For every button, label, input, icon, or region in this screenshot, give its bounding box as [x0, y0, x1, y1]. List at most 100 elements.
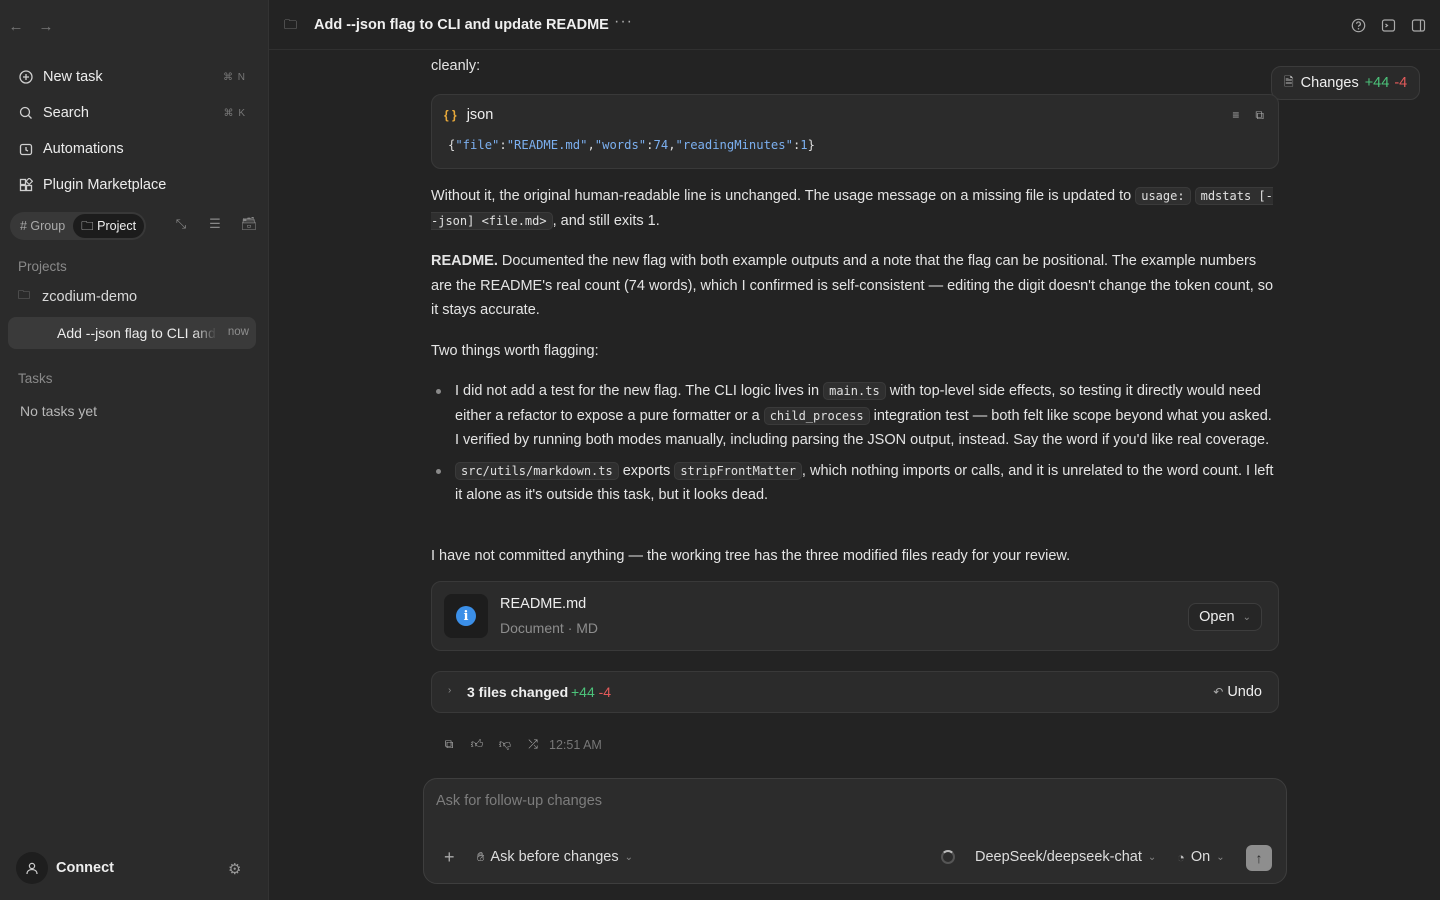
- inline-code: stripFrontMatter: [674, 461, 802, 480]
- top-right-tools: [1349, 16, 1427, 34]
- back-arrow-icon[interactable]: ←: [8, 18, 24, 35]
- open-button[interactable]: Open ⌄: [1188, 603, 1262, 631]
- group-toggle-option[interactable]: # Group: [12, 214, 73, 238]
- additions-count: +44: [1364, 75, 1390, 91]
- mode-label: Ask before changes: [490, 849, 619, 865]
- shortcut-hint: ⌘ N: [223, 71, 246, 83]
- main-panel: 🗀 Add --json flag to CLI and update READ…: [268, 0, 1440, 900]
- plus-circle-icon: [18, 69, 34, 85]
- add-attachment-icon[interactable]: +: [444, 847, 455, 868]
- collapse-icon[interactable]: ⤡: [164, 216, 198, 232]
- gear-icon[interactable]: ⚙: [228, 860, 241, 878]
- folder-icon: 🗀: [18, 288, 31, 302]
- diff-summary[interactable]: › 3 files changed +44 -4 ↶ Undo: [431, 671, 1279, 713]
- changes-button[interactable]: 🗎 Changes +44 -4: [1271, 66, 1421, 100]
- inline-code: child_process: [763, 406, 870, 425]
- sidebar: ← → New task ⌘ N Search ⌘ K Automations …: [0, 0, 268, 900]
- info-icon: i: [444, 594, 488, 638]
- brain-icon: ◔: [1177, 849, 1185, 865]
- sidebar-item-automations[interactable]: Automations: [8, 133, 260, 165]
- project-item[interactable]: 🗀 zcodium-demo: [18, 286, 137, 307]
- message-text: I did not add a test for the new flag. T…: [455, 383, 824, 399]
- deletions-count: -4: [1394, 75, 1408, 91]
- code-token: ,: [668, 138, 676, 152]
- message-list: I did not add a test for the new flag. T…: [431, 379, 1279, 508]
- page-title: Add --json flag to CLI and update README: [314, 17, 609, 33]
- shuffle-icon[interactable]: ⤮: [519, 737, 547, 752]
- braces-icon: { }: [444, 108, 457, 122]
- task-item-active[interactable]: Add --json flag to CLI and update README…: [8, 317, 256, 349]
- file-card[interactable]: i README.md Document · MD Open ⌄: [431, 581, 1279, 651]
- title-bar: 🗀 Add --json flag to CLI and update READ…: [269, 0, 1440, 50]
- sidebar-tools: ⤡ ☰ 🗃: [164, 216, 266, 232]
- code-tools: ≡ ⧉: [1232, 108, 1264, 123]
- sidebar-item-new-task[interactable]: New task ⌘ N: [8, 61, 260, 93]
- code-block: { } json ≡ ⧉ {"file":"README.md","words"…: [431, 94, 1279, 169]
- tasks-header: Tasks: [18, 371, 53, 386]
- sidebar-item-label: Plugin Marketplace: [43, 177, 167, 193]
- followup-input[interactable]: Ask for follow-up changes: [436, 793, 602, 809]
- empty-tasks-text: No tasks yet: [20, 403, 98, 419]
- folder-icon: 🗀: [284, 17, 298, 32]
- more-options-icon[interactable]: ···: [614, 13, 633, 31]
- sidebar-item-label: New task: [43, 69, 103, 85]
- terminal-icon[interactable]: [1379, 16, 1397, 34]
- message-bold: README.: [431, 253, 498, 269]
- code-token: "file": [455, 138, 500, 152]
- message-timestamp: 12:51 AM: [549, 737, 602, 752]
- project-toggle-option[interactable]: 🗀 Project: [73, 214, 145, 238]
- archive-icon[interactable]: 🗃: [232, 216, 266, 232]
- additions-count: +44: [571, 684, 595, 700]
- loading-spinner-icon: [941, 850, 955, 864]
- code-token: "README.md": [506, 138, 588, 152]
- message-text: exports: [618, 462, 675, 479]
- chevron-down-icon: ⌄: [1216, 851, 1225, 863]
- message-text: Without it, the original human-readable …: [431, 188, 1136, 204]
- clock-icon: [18, 141, 34, 157]
- code-token: :: [499, 138, 507, 152]
- undo-label: Undo: [1227, 684, 1262, 700]
- project-toggle-label: Project: [97, 219, 137, 233]
- task-time: now: [227, 326, 249, 338]
- connect-button[interactable]: Connect: [16, 852, 114, 884]
- sidebar-item-search[interactable]: Search ⌘ K: [8, 97, 260, 129]
- filter-icon[interactable]: ☰: [198, 216, 232, 232]
- undo-icon: ↶: [1213, 685, 1224, 699]
- mode-selector[interactable]: ✋︎ Ask before changes ⌄: [477, 849, 633, 865]
- inline-code: src/utils/markdown.ts: [455, 461, 619, 480]
- sidebar-item-label: Automations: [43, 141, 124, 157]
- project-name: zcodium-demo: [42, 288, 138, 305]
- help-icon[interactable]: [1349, 16, 1367, 34]
- message-actions: ⧉ 👍︎ 👎︎ ⤮ 12:51 AM: [435, 737, 602, 752]
- send-button[interactable]: ↑: [1246, 845, 1272, 871]
- code-token: ,: [587, 138, 595, 152]
- composer: Ask for follow-up changes + ✋︎ Ask befor…: [423, 778, 1287, 884]
- thumbs-up-icon[interactable]: 👍︎: [463, 737, 491, 752]
- forward-arrow-icon[interactable]: →: [38, 18, 54, 35]
- file-meta: Document · MD: [500, 620, 599, 636]
- list-item: src/utils/markdown.ts exports stripFront…: [431, 459, 1279, 508]
- wrap-icon[interactable]: ≡: [1232, 108, 1239, 123]
- panel-toggle-icon[interactable]: [1409, 16, 1427, 34]
- thinking-toggle[interactable]: ◔ On ⌄: [1177, 849, 1225, 865]
- chevron-down-icon: ⌄: [1147, 851, 1157, 863]
- sidebar-item-plugin-marketplace[interactable]: Plugin Marketplace: [8, 169, 260, 201]
- chevron-down-icon: ⌄: [624, 851, 633, 863]
- code-token: }: [807, 138, 815, 152]
- inline-code: main.ts: [823, 382, 886, 400]
- copy-icon[interactable]: ⧉: [1255, 108, 1264, 123]
- undo-button[interactable]: ↶ Undo: [1213, 684, 1262, 700]
- code-content: {"file":"README.md","words":74,"readingM…: [448, 138, 815, 152]
- list-item: I did not add a test for the new flag. T…: [431, 379, 1279, 453]
- diff-label: 3 files changed: [467, 684, 569, 700]
- thinking-label: On: [1190, 849, 1211, 865]
- model-selector[interactable]: DeepSeek/deepseek-chat ⌄: [975, 849, 1156, 865]
- inline-code: usage:: [1135, 187, 1191, 205]
- model-label: DeepSeek/deepseek-chat: [975, 849, 1142, 865]
- history-nav: ← →: [8, 18, 54, 35]
- message-text: Two things worth flagging:: [431, 343, 599, 359]
- puzzle-icon: [18, 177, 34, 193]
- copy-icon[interactable]: ⧉: [435, 737, 463, 752]
- thumbs-down-icon[interactable]: 👎︎: [491, 737, 519, 752]
- message-text: Documented the new flag with both exampl…: [431, 253, 1274, 318]
